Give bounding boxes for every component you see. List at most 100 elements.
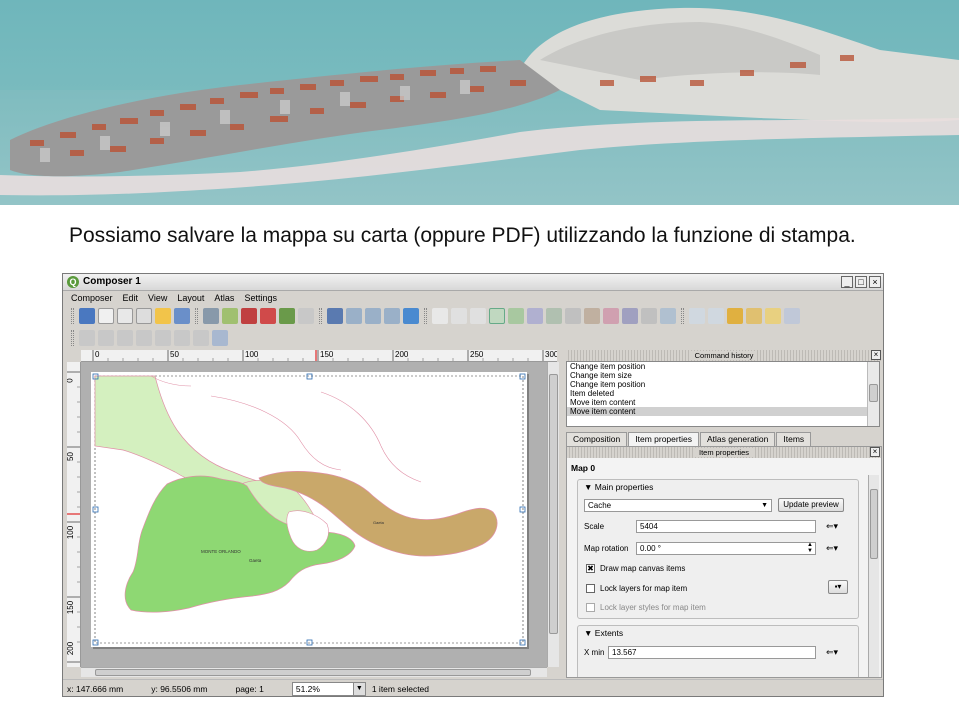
spin-arrows-icon[interactable]: ▲ ▼ bbox=[807, 542, 813, 554]
lock-styles-label: Lock layer styles for map item bbox=[600, 603, 706, 612]
zoom-out-icon[interactable] bbox=[384, 308, 400, 324]
undo-icon[interactable] bbox=[279, 308, 295, 324]
zoom-tool-icon[interactable] bbox=[451, 308, 467, 324]
move-content-icon[interactable] bbox=[489, 308, 505, 324]
export-image-icon[interactable] bbox=[222, 308, 238, 324]
tab-atlas-generation[interactable]: Atlas generation bbox=[699, 432, 776, 446]
history-item[interactable]: Change item position bbox=[567, 362, 879, 371]
history-scrollbar[interactable] bbox=[867, 362, 879, 426]
export-pdf-icon[interactable] bbox=[260, 308, 276, 324]
ungroup-icon[interactable] bbox=[708, 308, 724, 324]
data-defined-icon[interactable]: ⇐▾ bbox=[822, 542, 842, 555]
unlock-icon[interactable] bbox=[746, 308, 762, 324]
history-item[interactable]: Item deleted bbox=[567, 389, 879, 398]
menu-composer[interactable]: Composer bbox=[71, 293, 113, 303]
properties-scrollbar[interactable] bbox=[868, 475, 879, 677]
add-legend-icon[interactable] bbox=[565, 308, 581, 324]
cursor-x: x: 147.666 mm bbox=[67, 683, 124, 694]
menu-layout[interactable]: Layout bbox=[177, 293, 204, 303]
add-scalebar-icon[interactable] bbox=[584, 308, 600, 324]
print-icon[interactable] bbox=[203, 308, 219, 324]
raise-icon[interactable] bbox=[765, 308, 781, 324]
add-image-icon[interactable] bbox=[527, 308, 543, 324]
extents-group: ▼ Extents X min 13.567 ⇐▾ bbox=[577, 625, 859, 677]
scroll-thumb[interactable] bbox=[95, 669, 531, 676]
tab-items[interactable]: Items bbox=[776, 432, 812, 446]
save-icon[interactable] bbox=[79, 308, 95, 324]
add-shape-icon[interactable] bbox=[603, 308, 619, 324]
add-html-icon[interactable] bbox=[660, 308, 676, 324]
scroll-thumb[interactable] bbox=[549, 374, 558, 634]
lock-layers-checkbox[interactable] bbox=[586, 584, 595, 593]
new-composer-icon[interactable] bbox=[98, 308, 114, 324]
add-table-icon[interactable] bbox=[641, 308, 657, 324]
main-properties-header[interactable]: ▼ Main properties bbox=[584, 482, 653, 492]
add-arrow-icon[interactable] bbox=[622, 308, 638, 324]
redo-icon[interactable] bbox=[298, 308, 314, 324]
atlas-export-icon[interactable] bbox=[193, 330, 209, 346]
lock-icon[interactable] bbox=[727, 308, 743, 324]
toolbar-grip[interactable] bbox=[71, 308, 74, 324]
atlas-last-icon[interactable] bbox=[155, 330, 171, 346]
scale-input[interactable]: 5404 bbox=[636, 520, 816, 533]
save-template-icon[interactable] bbox=[174, 308, 190, 324]
menu-settings[interactable]: Settings bbox=[244, 293, 277, 303]
map-rotation-label: Map rotation bbox=[584, 544, 629, 553]
composer-canvas[interactable]: MONTE ORLANDO Gaeta Gaeta bbox=[81, 362, 547, 667]
atlas-settings-icon[interactable] bbox=[212, 330, 228, 346]
pan-icon[interactable] bbox=[432, 308, 448, 324]
menu-edit[interactable]: Edit bbox=[123, 293, 139, 303]
data-defined-icon[interactable]: ⇐▾ bbox=[822, 646, 842, 659]
extents-header[interactable]: ▼ Extents bbox=[584, 628, 623, 638]
preview-mode-select[interactable]: Cache ▼ bbox=[584, 499, 772, 512]
lock-layers-preset-button[interactable]: ▪▾ bbox=[828, 580, 848, 594]
align-icon[interactable] bbox=[784, 308, 800, 324]
composer-manager-icon[interactable] bbox=[136, 308, 152, 324]
close-button[interactable]: × bbox=[869, 276, 881, 288]
open-template-icon[interactable] bbox=[155, 308, 171, 324]
atlas-print-icon[interactable] bbox=[174, 330, 190, 346]
add-map-icon[interactable] bbox=[508, 308, 524, 324]
scroll-thumb[interactable] bbox=[869, 384, 878, 402]
tab-item-properties[interactable]: Item properties bbox=[628, 432, 699, 447]
history-item-selected[interactable]: Move item content bbox=[567, 407, 879, 416]
map-item[interactable]: MONTE ORLANDO Gaeta Gaeta bbox=[91, 372, 527, 647]
canvas-vertical-scrollbar[interactable] bbox=[547, 362, 559, 667]
select-move-icon[interactable] bbox=[470, 308, 486, 324]
history-item[interactable]: Change item position bbox=[567, 380, 879, 389]
xmin-input[interactable]: 13.567 bbox=[608, 646, 816, 659]
add-label-icon[interactable] bbox=[546, 308, 562, 324]
minimize-button[interactable]: _ bbox=[841, 276, 853, 288]
data-defined-icon[interactable]: ⇐▾ bbox=[822, 520, 842, 533]
refresh-icon[interactable] bbox=[403, 308, 419, 324]
atlas-preview-icon[interactable] bbox=[79, 330, 95, 346]
history-item[interactable]: Move item content bbox=[567, 398, 879, 407]
maximize-button[interactable]: □ bbox=[855, 276, 867, 288]
close-icon[interactable]: × bbox=[870, 447, 880, 457]
close-icon[interactable]: × bbox=[871, 350, 881, 360]
update-preview-button[interactable]: Update preview bbox=[778, 498, 844, 512]
duplicate-icon[interactable] bbox=[117, 308, 133, 324]
toolbar-grip[interactable] bbox=[71, 330, 74, 346]
export-svg-icon[interactable] bbox=[241, 308, 257, 324]
map-rotation-input[interactable]: 0.00 ° ▲ ▼ bbox=[636, 542, 816, 555]
scroll-thumb[interactable] bbox=[870, 489, 878, 559]
zoom-100-icon[interactable] bbox=[346, 308, 362, 324]
toolbar-separator bbox=[681, 308, 684, 324]
atlas-first-icon[interactable] bbox=[98, 330, 114, 346]
zoom-combo[interactable]: 51.2% ▼ bbox=[291, 681, 366, 696]
menu-view[interactable]: View bbox=[148, 293, 167, 303]
canvas-horizontal-scrollbar[interactable] bbox=[81, 667, 547, 677]
zoom-in-icon[interactable] bbox=[365, 308, 381, 324]
atlas-previous-icon[interactable] bbox=[117, 330, 133, 346]
ruler-top-label: 50 bbox=[170, 350, 179, 359]
history-item[interactable]: Change item size bbox=[567, 371, 879, 380]
tab-composition[interactable]: Composition bbox=[566, 432, 628, 446]
menu-atlas[interactable]: Atlas bbox=[214, 293, 234, 303]
lock-styles-checkbox[interactable] bbox=[586, 603, 595, 612]
draw-canvas-items-checkbox[interactable]: ✖ bbox=[586, 564, 595, 573]
chevron-down-icon[interactable]: ▼ bbox=[352, 682, 365, 695]
group-icon[interactable] bbox=[689, 308, 705, 324]
zoom-full-icon[interactable] bbox=[327, 308, 343, 324]
atlas-next-icon[interactable] bbox=[136, 330, 152, 346]
